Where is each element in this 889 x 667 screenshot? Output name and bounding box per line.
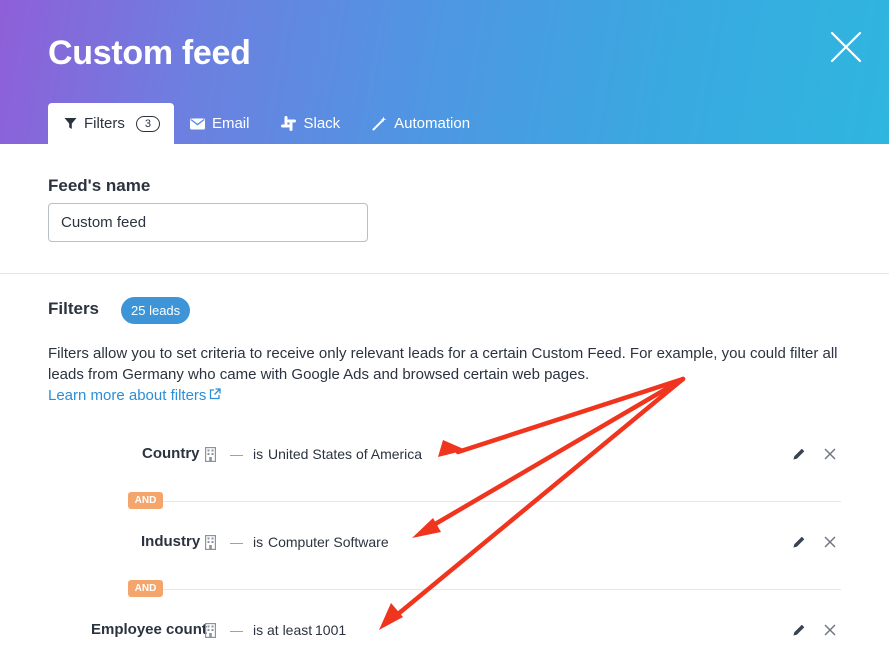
tab-bar: Filters 3 Email Slack Automation [48,103,486,144]
filter-operator: is [253,446,264,462]
annotation-arrow-employee [389,376,686,622]
pencil-icon[interactable] [792,447,806,466]
learn-more-label: Learn more about filters [48,387,207,404]
and-divider [128,589,841,590]
building-icon [205,623,217,643]
slack-icon [281,116,297,131]
filter-count-badge: 3 [135,115,160,132]
tab-label: Email [211,115,250,132]
tab-filters[interactable]: Filters 3 [48,103,174,144]
filter-separator [230,455,243,456]
and-connector-badge: AND [128,492,163,509]
tab-label: Filters [84,115,125,132]
tab-label: Automation [394,115,471,132]
tab-label: Slack [303,115,341,132]
section-divider [0,273,889,274]
magic-wand-icon [372,116,387,131]
pencil-icon[interactable] [792,623,806,642]
leads-count-badge: 25 leads [121,297,191,324]
feed-name-input[interactable] [48,203,368,242]
filter-separator [230,631,243,632]
filter-icon [64,117,77,130]
and-connector-badge: AND [128,580,163,597]
filter-separator [230,543,243,544]
filter-value: 1001 [315,622,347,638]
learn-more-link[interactable]: Learn more about filters [48,387,222,404]
close-icon[interactable] [823,447,837,466]
envelope-icon [189,118,205,130]
filter-row-country: Country is United States of America [0,440,889,470]
modal-header: Custom feed Filters 3 Email Slack Automa… [0,0,889,144]
close-icon[interactable] [829,30,863,64]
filters-heading: Filters [48,299,100,318]
filter-value: Computer Software [268,534,389,550]
pencil-icon[interactable] [792,535,806,554]
modal-title: Custom feed [48,34,251,72]
filter-operator: is at least [253,622,313,638]
filter-row-employee-count: Employee count is at least 1001 [0,616,889,646]
tab-automation[interactable]: Automation [356,103,486,144]
filter-row-industry: Industry is Computer Software [0,528,889,558]
tab-slack[interactable]: Slack [265,103,356,144]
filter-value: United States of America [268,446,423,462]
filter-operator: is [253,534,264,550]
tab-email[interactable]: Email [174,103,266,144]
close-icon[interactable] [823,535,837,554]
filters-description: Filters allow you to set criteria to rec… [48,345,838,383]
and-divider [128,501,841,502]
filter-name: Employee count [91,621,207,638]
filter-name: Country [142,445,200,462]
filter-name: Industry [141,533,201,550]
building-icon [205,447,217,467]
building-icon [205,535,217,555]
external-link-icon [209,387,222,404]
feed-name-label: Feed's name [48,176,151,195]
close-icon[interactable] [823,623,837,642]
